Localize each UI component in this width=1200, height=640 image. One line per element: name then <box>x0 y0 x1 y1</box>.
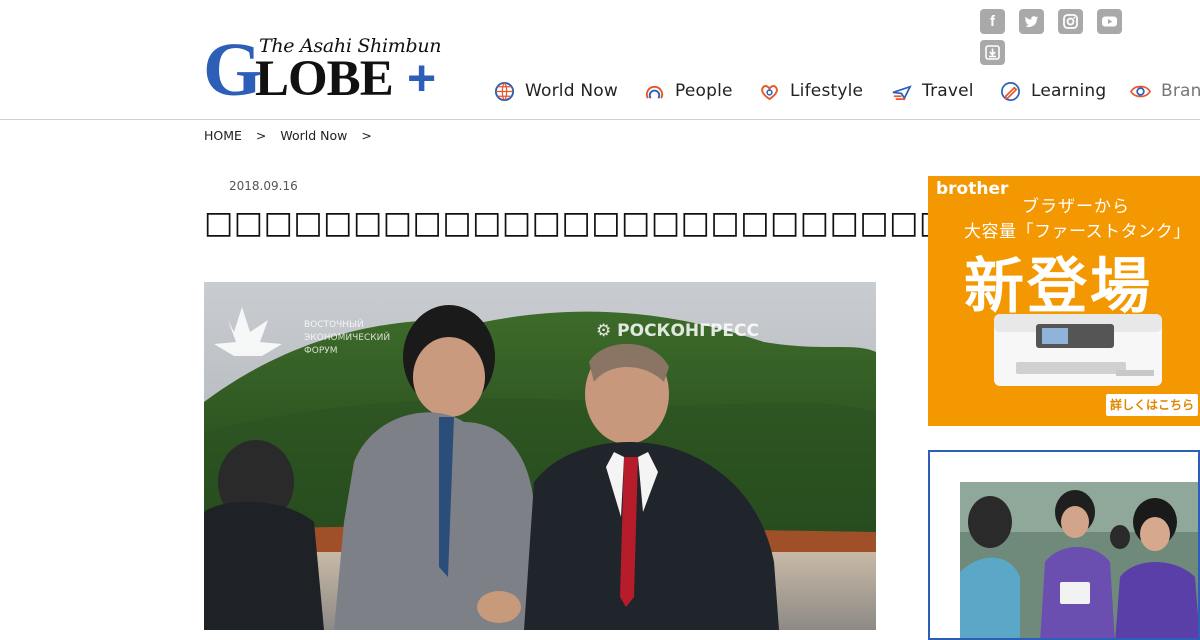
svg-text:⚙ РОСКОНГРЕСС: ⚙ РОСКОНГРЕСС <box>596 321 759 341</box>
logo-g-letter: G <box>203 28 263 112</box>
classroom-photo <box>960 482 1198 638</box>
nav-item-brand[interactable]: Bran <box>1130 78 1200 104</box>
nav-item-people[interactable]: People <box>644 78 733 104</box>
nav-label: Bran <box>1161 81 1200 101</box>
ad-cta-button[interactable]: 詳しくはこちら <box>1106 394 1198 416</box>
download-icon[interactable] <box>980 40 1005 65</box>
instagram-icon[interactable] <box>1058 9 1083 34</box>
svg-text:ВОСТОЧНЫЙ: ВОСТОЧНЫЙ <box>304 318 364 330</box>
ad-banner-classroom[interactable] <box>928 450 1200 640</box>
nav-label: Lifestyle <box>790 81 864 101</box>
nav-item-learning[interactable]: Learning <box>1000 78 1106 104</box>
nav-item-world-now[interactable]: World Now <box>494 78 618 104</box>
pencil-icon <box>1001 81 1020 101</box>
svg-text:ФОРУМ: ФОРУМ <box>304 346 338 356</box>
article-date: 2018.09.16 <box>229 179 298 193</box>
breadcrumb-separator: > <box>255 128 267 143</box>
nav-item-travel[interactable]: Travel <box>891 78 974 104</box>
twitter-icon[interactable] <box>1019 9 1044 34</box>
printer-image <box>994 314 1162 386</box>
nav-label: Travel <box>922 81 974 101</box>
hero-photo-handshake: ВОСТОЧНЫЙ ЭКОНОМИЧЕСКИЙ ФОРУМ ⚙ РОСКОНГР… <box>204 282 876 630</box>
globe-icon <box>494 81 515 101</box>
facebook-icon[interactable]: f <box>980 9 1005 34</box>
svg-text:ЭКОНОМИЧЕСКИЙ: ЭКОНОМИЧЕСКИЙ <box>304 331 390 343</box>
nav-label: World Now <box>525 81 618 101</box>
logo-plus-sign: + <box>407 50 437 106</box>
plane-icon <box>892 84 912 100</box>
nav-label: People <box>675 81 733 101</box>
breadcrumb-home-link[interactable]: HOME <box>204 128 242 143</box>
breadcrumb: HOME > World Now > <box>204 128 382 143</box>
globe-plus-logo[interactable]: The Asahi Shimbun G LOBE + <box>203 28 458 112</box>
site-header: The Asahi Shimbun G LOBE + f World Now P… <box>0 0 1200 120</box>
nav-item-lifestyle[interactable]: Lifestyle <box>759 78 863 104</box>
ad-brand-logo: brother <box>936 179 1009 199</box>
breadcrumb-separator: > <box>361 128 372 143</box>
people-icon <box>645 85 664 99</box>
eye-icon <box>1130 85 1151 97</box>
nav-label: Learning <box>1031 81 1107 101</box>
breadcrumb-section-link[interactable]: World Now <box>280 128 347 143</box>
logo-lobe-text: LOBE <box>255 51 394 107</box>
heart-icon <box>761 84 778 100</box>
ad-banner-brother[interactable]: brother ブラザーから 大容量「ファーストタンク」 新登場 詳しくはこちら <box>928 176 1200 426</box>
youtube-icon[interactable] <box>1097 9 1122 34</box>
ad-headline-line1: ブラザーから <box>1022 197 1130 217</box>
article-title: □□□□□□□□□□□□□□□□□□□□□□□□□ <box>204 205 949 241</box>
